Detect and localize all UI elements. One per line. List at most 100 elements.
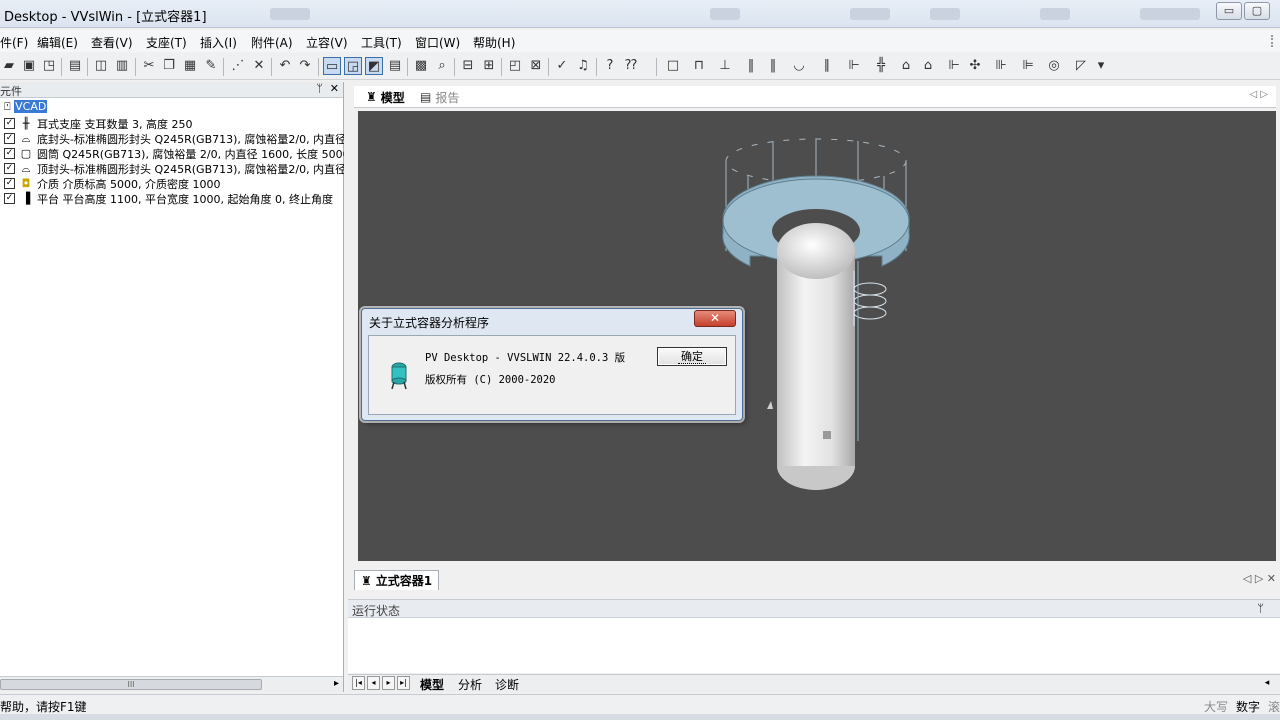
print-preview-icon[interactable]: ◫ <box>92 57 110 75</box>
bell-icon[interactable]: ♫ <box>574 57 592 75</box>
component-panel-title: 元件 <box>0 85 22 98</box>
maximize-button[interactable]: ▢ <box>1244 2 1270 20</box>
lug-icon[interactable]: ⌂ <box>919 57 937 75</box>
bars-icon[interactable]: ‖ <box>742 57 760 75</box>
toolbar-separator <box>656 58 657 76</box>
sheet-tab-diagnosis[interactable]: 诊断 <box>495 676 519 693</box>
save-all-icon[interactable]: ▤ <box>66 57 84 75</box>
prev-sheet-button[interactable]: ◂ <box>367 676 380 690</box>
scroll-right-icon[interactable]: ▸ <box>334 678 339 689</box>
table-icon[interactable]: ⊟ <box>459 57 477 75</box>
menu-attachment[interactable]: 附件(A) <box>251 34 293 51</box>
clip-icon[interactable]: ◎ <box>1045 57 1063 75</box>
new-window-icon[interactable]: ◳ <box>40 57 58 75</box>
menu-tools[interactable]: 工具(T) <box>361 34 402 51</box>
open-icon[interactable]: ▰ <box>0 57 18 75</box>
view-layout-3-icon[interactable]: ◩ <box>365 57 383 75</box>
sheet-tab-bar: |◂ ◂ ▸ ▸| 模型 分析 诊断 ◂ <box>348 674 1280 692</box>
zoom-extent-icon[interactable]: ⊠ <box>527 57 545 75</box>
undo-icon[interactable]: ↶ <box>276 57 294 75</box>
check-icon[interactable]: ✓ <box>553 57 571 75</box>
close-icon[interactable]: ✕ <box>330 82 339 95</box>
tree-item-ear-support[interactable]: ✓ ╫ 耳式支座 支耳数量 3, 高度 250 <box>4 116 344 131</box>
rectangle-icon[interactable]: □ <box>664 57 682 75</box>
checkbox[interactable]: ✓ <box>4 133 15 144</box>
sheet-tab-analysis[interactable]: 分析 <box>458 676 482 693</box>
cut-icon[interactable]: ✂ <box>140 57 158 75</box>
checkbox[interactable]: ✓ <box>4 163 15 174</box>
pin-icon[interactable]: ᛘ <box>316 82 323 95</box>
tree-item-bottom-head[interactable]: ✓ ⌓ 底封头-标准椭圆形封头 Q245R(GB713), 腐蚀裕量2/0, 内… <box>4 131 344 146</box>
shield-icon[interactable]: ◡ <box>790 57 808 75</box>
first-sheet-button[interactable]: |◂ <box>352 676 365 690</box>
menu-support[interactable]: 支座(T) <box>146 34 187 51</box>
minimize-button[interactable]: ▭ <box>1216 2 1242 20</box>
menu-help[interactable]: 帮助(H) <box>473 34 515 51</box>
menu-grip[interactable] <box>1271 35 1274 47</box>
davit-icon[interactable]: ✣ <box>966 57 984 75</box>
tree-item-cylinder[interactable]: ✓ ▢ 圆筒 Q245R(GB713), 腐蚀裕量 2/0, 内直径 1600,… <box>4 146 344 161</box>
run-status-title: 运行状态 <box>352 604 401 618</box>
columns-icon[interactable]: ∥ <box>818 57 836 75</box>
help-icon[interactable]: ? <box>601 57 619 75</box>
tab-model[interactable]: ♜ 模型 <box>366 88 405 106</box>
tree-item-medium[interactable]: ✓ ◘ 介质 介质标高 5000, 介质密度 1000 <box>4 176 344 191</box>
context-help-icon[interactable]: ⁇ <box>622 57 640 75</box>
paste-icon[interactable]: ▦ <box>181 57 199 75</box>
next-sheet-button[interactable]: ▸ <box>382 676 395 690</box>
view-tab-nav[interactable]: ◁ ▷ <box>1249 89 1268 100</box>
menu-insert[interactable]: 插入(I) <box>200 34 237 51</box>
nozzle-icon[interactable]: ⊩ <box>845 57 863 75</box>
checkbox[interactable]: ✓ <box>4 148 15 159</box>
save-icon[interactable]: ▣ <box>20 57 38 75</box>
menu-window[interactable]: 窗口(W) <box>415 34 460 51</box>
head-icon[interactable]: ⊥ <box>716 57 734 75</box>
tab-document-vessel1[interactable]: ♜ 立式容器1 <box>354 570 440 590</box>
tab-report[interactable]: ▤ 报告 <box>420 88 459 106</box>
document-tab-nav[interactable]: ◁ ▷ ✕ <box>1243 572 1276 585</box>
ring-icon[interactable]: ⊪ <box>992 57 1010 75</box>
frame-icon[interactable]: ◰ <box>506 57 524 75</box>
grid-icon[interactable]: ⊞ <box>480 57 498 75</box>
title-bar-decoration <box>270 8 310 20</box>
copy-icon[interactable]: ❐ <box>160 57 178 75</box>
tree-item-top-head[interactable]: ✓ ⌓ 顶封头-标准椭圆形封头 Q245R(GB713), 腐蚀裕量2/0, 内… <box>4 161 344 176</box>
view-layout-4-icon[interactable]: ▤ <box>386 57 404 75</box>
toolbar-overflow-icon[interactable]: ▾ <box>1092 57 1110 75</box>
delete-icon[interactable]: ✕ <box>250 57 268 75</box>
scrollbar-thumb[interactable]: III <box>0 679 262 690</box>
bars2-icon[interactable]: ‖ <box>764 57 782 75</box>
menu-file[interactable]: 件(F) <box>0 34 28 51</box>
ok-button[interactable]: 确定 <box>657 347 727 366</box>
window-controls: ▭ ▢ <box>1216 2 1270 20</box>
menu-edit[interactable]: 编辑(E) <box>37 34 78 51</box>
view-layout-1-icon[interactable]: ▭ <box>323 57 341 75</box>
redo-icon[interactable]: ↷ <box>296 57 314 75</box>
flange-icon[interactable]: ╬ <box>872 57 890 75</box>
tree-item-platform[interactable]: ✓ ▐ 平台 平台高度 1100, 平台宽度 1000, 起始角度 0, 终止角… <box>4 191 344 206</box>
angle-icon[interactable]: ◸ <box>1072 57 1090 75</box>
search-icon[interactable]: ⌕ <box>433 57 451 75</box>
lift-lug-icon[interactable]: ⌂ <box>897 57 915 75</box>
horizontal-scrollbar[interactable]: III ▸ <box>0 676 343 692</box>
menu-view[interactable]: 查看(V) <box>91 34 133 51</box>
checkbox[interactable]: ✓ <box>4 193 15 204</box>
checkbox[interactable]: ✓ <box>4 118 15 129</box>
pin-icon[interactable]: ᛘ <box>1257 602 1264 615</box>
select-icon[interactable]: ⋰ <box>229 57 247 75</box>
tree-root[interactable]: ⍞ VCAD <box>4 100 48 114</box>
ladder-icon[interactable]: ⊩ <box>945 57 963 75</box>
shell-icon[interactable]: ⊓ <box>690 57 708 75</box>
image-icon[interactable]: ▩ <box>412 57 430 75</box>
toolbar: ▰ ▣ ◳ ▤ ◫ ▥ ✂ ❐ ▦ ✎ ⋰ ✕ ↶ ↷ ▭ ◲ ◩ ▤ ▩ ⌕ … <box>0 54 1280 80</box>
view-layout-2-icon[interactable]: ◲ <box>344 57 362 75</box>
last-sheet-button[interactable]: ▸| <box>397 676 410 690</box>
checkbox[interactable]: ✓ <box>4 178 15 189</box>
menu-vertical-vessel[interactable]: 立容(V) <box>306 34 348 51</box>
stiffener-icon[interactable]: ⊫ <box>1019 57 1037 75</box>
format-brush-icon[interactable]: ✎ <box>202 57 220 75</box>
scroll-left-icon[interactable]: ◂ <box>1260 677 1274 690</box>
dialog-close-button[interactable]: ✕ <box>694 310 736 327</box>
sheet-tab-model[interactable]: 模型 <box>420 676 444 693</box>
print-icon[interactable]: ▥ <box>113 57 131 75</box>
